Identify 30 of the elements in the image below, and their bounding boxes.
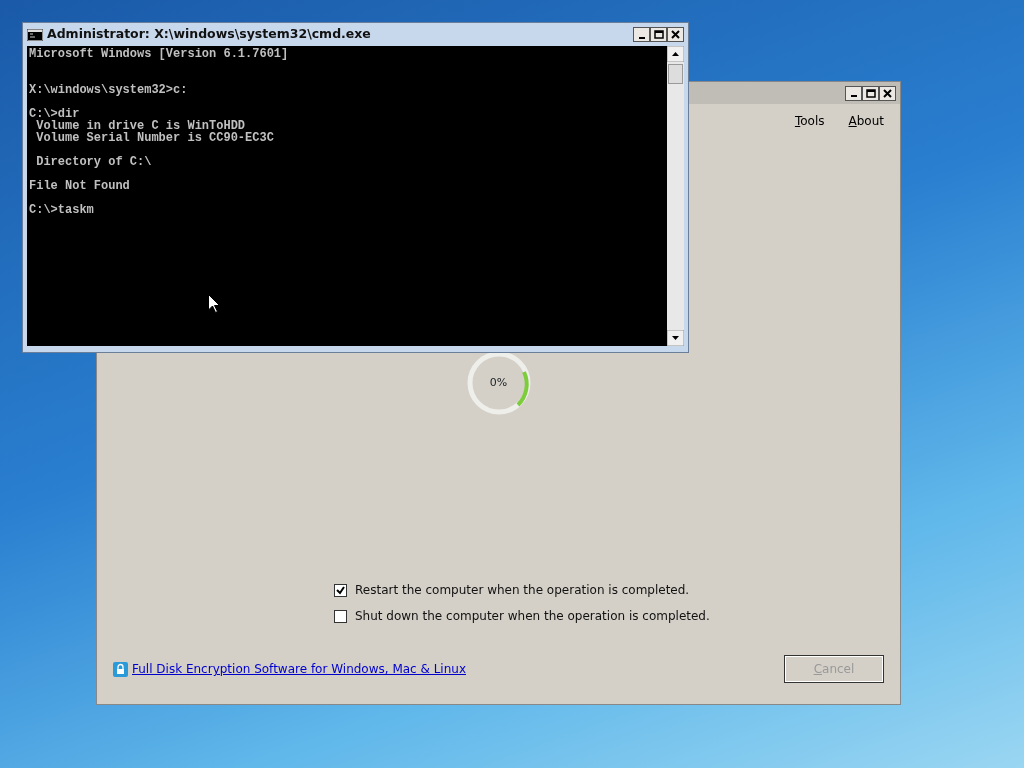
menu-item[interactable]: About [848, 112, 884, 130]
console-icon [27, 28, 43, 41]
mouse-cursor-icon [208, 294, 220, 313]
scroll-down-arrow-icon[interactable] [667, 330, 684, 346]
minimize-button[interactable] [633, 27, 650, 42]
scrollbar[interactable] [667, 46, 684, 346]
minimize-icon [638, 36, 645, 39]
spinner-icon [465, 350, 532, 416]
window-title: Administrator: X:\windows\system32\cmd.exe [47, 25, 371, 44]
maximize-button[interactable] [862, 85, 879, 101]
checkbox[interactable] [334, 609, 347, 623]
maximize-button[interactable] [650, 27, 667, 42]
maximize-icon [653, 30, 664, 39]
option-label: Restart the computer when the operation is completed. [355, 582, 690, 599]
scroll-up-arrow-icon[interactable] [667, 46, 684, 62]
progress-percent: 0% [489, 374, 508, 391]
menu-item[interactable]: Tools [794, 112, 825, 130]
close-button[interactable] [879, 85, 896, 101]
checkbox[interactable] [334, 583, 347, 597]
minimize-icon [850, 95, 857, 97]
maximize-icon [865, 88, 876, 98]
scroll-thumb[interactable] [668, 64, 683, 84]
website-link[interactable]: Full Disk Encryption Software for Windows, Mac & Linux [132, 660, 466, 678]
close-icon [671, 30, 680, 39]
option-label: Shut down the computer when the operation is completed. [355, 608, 710, 625]
lock-icon [113, 661, 128, 677]
minimize-button[interactable] [845, 85, 862, 101]
close-button[interactable] [667, 27, 684, 42]
console-output: Microsoft Windows [Version 6.1.7601] X:\windows\system32>c: C:\>dir Volume in drive C is WinToHDD Volume Serial Number is CC90-EC3C Directory of C:\ File Not Found C:\>taskm [28, 46, 290, 218]
close-icon [883, 88, 892, 98]
